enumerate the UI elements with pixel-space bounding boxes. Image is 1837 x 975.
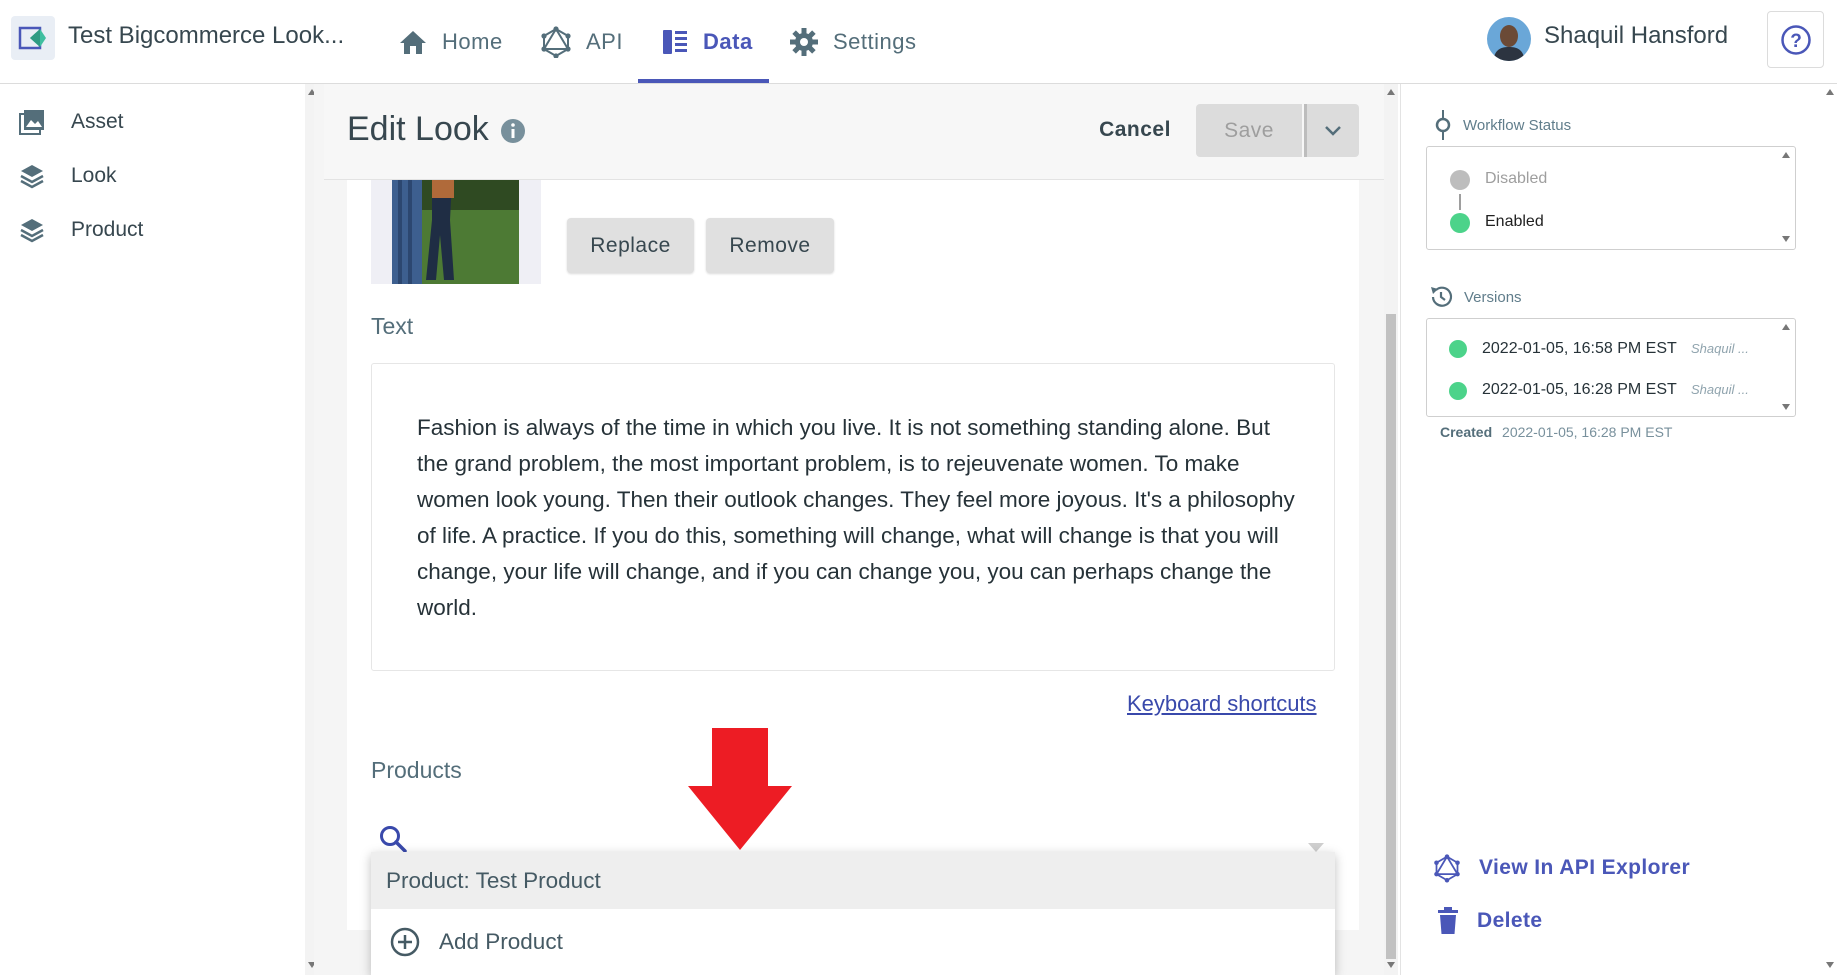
gear-icon <box>790 28 818 56</box>
history-icon <box>1431 286 1453 307</box>
replace-button[interactable]: Replace <box>567 218 694 273</box>
sidebar: Asset Look Product <box>0 84 305 975</box>
user-name[interactable]: Shaquil Hansford <box>1544 22 1728 50</box>
version-date: 2022-01-05, 16:28 PM EST <box>1482 381 1677 398</box>
page-title: Edit Look <box>347 110 489 148</box>
info-icon[interactable] <box>500 118 526 149</box>
top-bar: Test Bigcommerce Look... Home API Data S… <box>0 0 1837 84</box>
text-field-label: Text <box>371 313 414 339</box>
asset-image <box>392 180 519 284</box>
delete-label: Delete <box>1477 909 1543 932</box>
scroll-down-arrow[interactable] <box>1782 404 1790 410</box>
home-icon <box>400 31 426 54</box>
versions-list <box>1426 318 1796 417</box>
version-user: Shaquil ... <box>1691 341 1749 356</box>
delete-button[interactable]: Delete <box>1437 907 1542 935</box>
nav-settings-label: Settings <box>833 29 917 54</box>
add-product-option[interactable]: Add Product <box>371 912 1335 972</box>
image-icon <box>19 110 44 135</box>
version-user: Shaquil ... <box>1691 382 1749 397</box>
status-dot-enabled <box>1450 213 1470 233</box>
created-value: 2022-01-05, 16:28 PM EST <box>1502 424 1673 440</box>
app-logo[interactable] <box>11 16 55 60</box>
versions-label-text: Versions <box>1464 288 1522 306</box>
sidebar-item-label: Product <box>71 218 144 241</box>
trash-icon <box>1438 907 1458 934</box>
nav-data-label: Data <box>703 29 753 54</box>
sidebar-item-asset[interactable]: Asset <box>18 108 124 136</box>
nav-active-indicator <box>638 79 769 83</box>
avatar-image <box>1487 17 1531 61</box>
products-field-label: Products <box>371 757 462 783</box>
save-options-button[interactable] <box>1304 104 1359 157</box>
created-info: Created 2022-01-05, 16:28 PM EST <box>1440 424 1672 440</box>
versions-label: Versions <box>1428 284 1522 310</box>
status-connector <box>1459 194 1461 210</box>
logo-icon <box>18 26 46 50</box>
nav-settings[interactable]: Settings <box>789 0 917 84</box>
graphql-icon <box>1434 854 1460 883</box>
layers-icon <box>20 219 44 243</box>
sidebar-item-label: Asset <box>71 110 124 133</box>
app-title[interactable]: Test Bigcommerce Look... <box>68 22 344 50</box>
nav-home-label: Home <box>442 29 503 54</box>
nav-home[interactable]: Home <box>398 0 503 84</box>
svg-text:?: ? <box>1790 31 1802 52</box>
dropdown-option-test-product[interactable]: Product: Test Product <box>371 852 1335 909</box>
scroll-up-arrow[interactable] <box>1826 89 1834 95</box>
version-status-dot <box>1449 340 1467 358</box>
nav-api[interactable]: API <box>540 0 623 84</box>
text-editor-content[interactable]: Fashion is always of the time in which y… <box>417 410 1297 626</box>
graphql-icon <box>541 26 571 58</box>
save-button[interactable]: Save <box>1196 104 1302 157</box>
info-icon-glyph <box>501 119 525 143</box>
sidebar-item-look[interactable]: Look <box>18 162 117 190</box>
keyboard-shortcuts-link[interactable]: Keyboard shortcuts <box>1127 691 1317 717</box>
workflow-status-label: Workflow Status <box>1433 110 1571 140</box>
scroll-up-arrow[interactable] <box>1387 89 1395 95</box>
help-icon: ? <box>1780 24 1811 55</box>
status-enabled-option[interactable]: Enabled <box>1485 213 1544 231</box>
created-label: Created <box>1440 424 1493 440</box>
scroll-down-arrow[interactable] <box>1782 236 1790 242</box>
main-scrollbar-thumb[interactable] <box>1386 314 1396 959</box>
scroll-up-arrow[interactable] <box>1782 324 1790 330</box>
version-date: 2022-01-05, 16:58 PM EST <box>1482 340 1677 357</box>
layers-icon <box>20 165 44 189</box>
workflow-status-box <box>1426 146 1796 250</box>
search-icon-glyph <box>380 826 407 853</box>
version-status-dot <box>1449 382 1467 400</box>
avatar[interactable] <box>1487 17 1531 61</box>
add-product-label: Add Product <box>439 929 563 954</box>
scroll-down-arrow[interactable] <box>1387 962 1395 968</box>
asset-thumbnail[interactable] <box>392 180 519 284</box>
view-in-api-explorer-button[interactable]: View In API Explorer <box>1433 853 1690 883</box>
chevron-down-icon <box>1325 125 1341 136</box>
chevron-down-icon[interactable] <box>1308 843 1324 852</box>
workflow-status-text: Workflow Status <box>1463 116 1572 134</box>
sidebar-item-product[interactable]: Product <box>18 216 143 244</box>
help-button[interactable]: ? <box>1767 11 1824 68</box>
scroll-up-arrow[interactable] <box>1782 152 1790 158</box>
workflow-icon <box>1435 110 1451 140</box>
red-arrow-annotation <box>688 728 792 850</box>
cancel-button[interactable]: Cancel <box>1080 104 1190 156</box>
sidebar-item-label: Look <box>71 164 117 187</box>
remove-button[interactable]: Remove <box>706 218 834 273</box>
status-dot-disabled <box>1450 170 1470 190</box>
nav-data[interactable]: Data <box>661 0 753 84</box>
data-icon <box>663 30 687 54</box>
add-circle-icon <box>390 927 420 957</box>
view-in-api-explorer-label: View In API Explorer <box>1479 856 1691 879</box>
nav-api-label: API <box>586 29 623 54</box>
scroll-down-arrow[interactable] <box>1826 962 1834 968</box>
status-disabled-option[interactable]: Disabled <box>1485 170 1547 188</box>
